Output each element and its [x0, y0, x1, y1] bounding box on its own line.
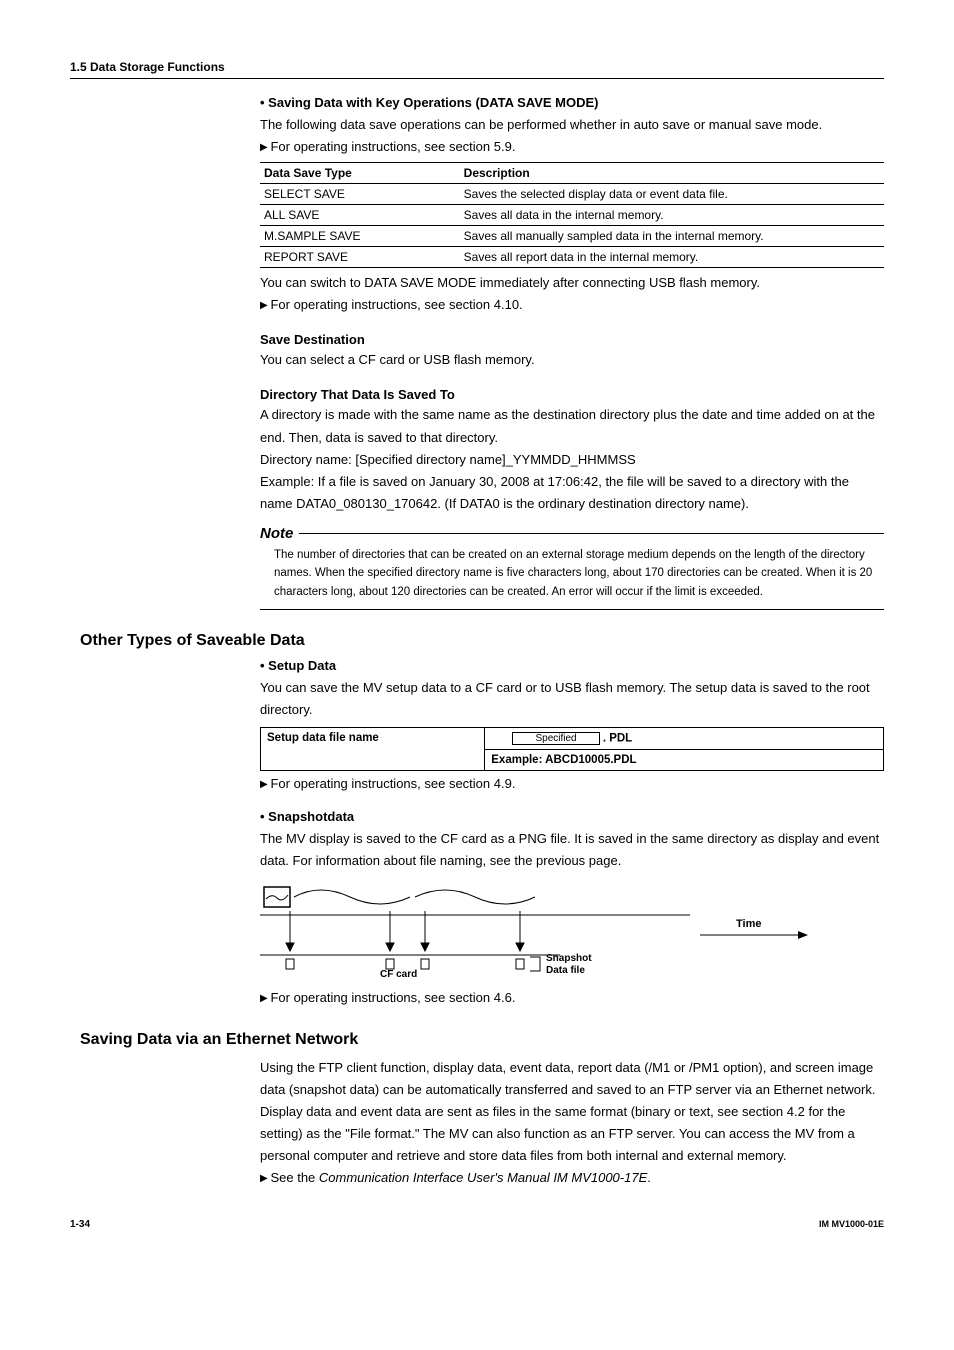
- snapshot-heading: Snapshotdata: [260, 809, 884, 824]
- snapshot-body: The MV display is saved to the CF card a…: [260, 828, 884, 872]
- directory-heading: Directory That Data Is Saved To: [260, 387, 884, 402]
- table-row: REPORT SAVESaves all report data in the …: [260, 247, 884, 268]
- data-save-table: Data Save Type Description SELECT SAVESa…: [260, 162, 884, 268]
- note-label: Note: [260, 525, 293, 542]
- ref-comm-manual: See the Communication Interface User's M…: [260, 1167, 884, 1189]
- ref-4-9: For operating instructions, see section …: [260, 773, 884, 795]
- save-mode-intro: The following data save operations can b…: [260, 114, 884, 136]
- setup-data-heading: Setup Data: [260, 658, 884, 673]
- th-type: Data Save Type: [260, 163, 460, 184]
- cfcard-label: CF card: [380, 969, 417, 980]
- usb-note: You can switch to DATA SAVE MODE immedia…: [260, 272, 884, 294]
- setup-file-table: Setup data file name Specified . PDL Exa…: [260, 727, 884, 771]
- setup-file-spec: Specified . PDL: [485, 728, 884, 750]
- save-dest-body: You can select a CF card or USB flash me…: [260, 349, 884, 371]
- snapshot-diagram: Time CF card Snapshot Data file: [260, 885, 884, 985]
- setup-data-body: You can save the MV setup data to a CF c…: [260, 677, 884, 721]
- page-number: 1-34: [70, 1219, 90, 1230]
- ethernet-body: Using the FTP client function, display d…: [260, 1057, 884, 1167]
- page-footer: 1-34 IM MV1000-01E: [70, 1219, 884, 1230]
- directory-p1: A directory is made with the same name a…: [260, 404, 884, 448]
- table-row: ALL SAVESaves all data in the internal m…: [260, 205, 884, 226]
- specified-box: Specified: [512, 732, 599, 745]
- ref-5-9: For operating instructions, see section …: [260, 136, 884, 158]
- snapshot-label: Snapshot: [546, 953, 592, 964]
- doc-id: IM MV1000-01E: [819, 1219, 884, 1230]
- save-dest-heading: Save Destination: [260, 332, 884, 347]
- time-label: Time: [736, 918, 761, 930]
- save-mode-heading: Saving Data with Key Operations (DATA SA…: [260, 95, 884, 110]
- datafile-label: Data file: [546, 965, 585, 976]
- note-rule: [299, 533, 884, 534]
- note-body: The number of directories that can be cr…: [260, 542, 884, 610]
- directory-p2: Directory name: [Specified directory nam…: [260, 449, 884, 471]
- pdl-ext: . PDL: [603, 733, 632, 745]
- setup-file-example: Example: ABCD10005.PDL: [485, 750, 884, 771]
- table-row: SELECT SAVESaves the selected display da…: [260, 184, 884, 205]
- note-heading: Note: [260, 525, 884, 542]
- section-header: 1.5 Data Storage Functions: [70, 60, 884, 79]
- directory-p3: Example: If a file is saved on January 3…: [260, 471, 884, 515]
- ref-4-6: For operating instructions, see section …: [260, 987, 884, 1009]
- ethernet-heading: Saving Data via an Ethernet Network: [80, 1031, 884, 1049]
- th-desc: Description: [460, 163, 884, 184]
- table-row: M.SAMPLE SAVESaves all manually sampled …: [260, 226, 884, 247]
- ref-4-10: For operating instructions, see section …: [260, 294, 884, 316]
- setup-file-label: Setup data file name: [261, 728, 485, 771]
- other-types-heading: Other Types of Saveable Data: [80, 632, 884, 650]
